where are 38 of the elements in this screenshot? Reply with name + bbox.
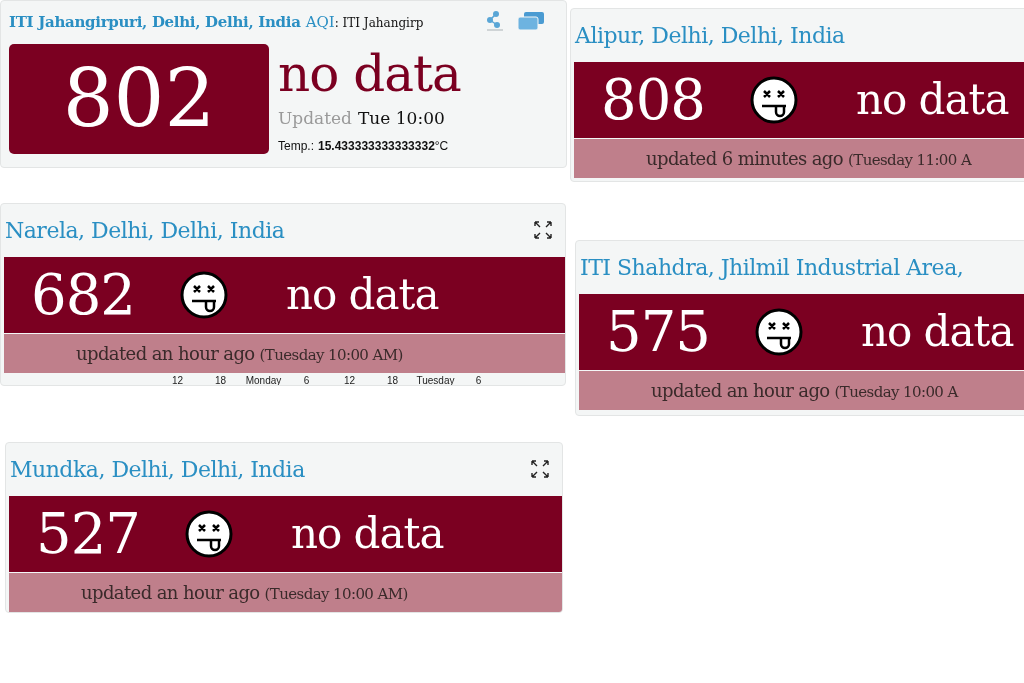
axis-label: 12	[170, 376, 185, 385]
station-title[interactable]: Alipur, Delhi, Delhi, India	[575, 19, 845, 52]
updated-label: Updated	[278, 106, 352, 130]
status-text: no data	[860, 307, 1014, 357]
axis-label: 18	[385, 376, 400, 385]
station-title[interactable]: Mundka, Delhi, Delhi, India	[10, 453, 305, 486]
station-title[interactable]: ITI Shahdra, Jhilmil Industrial Area,	[580, 251, 964, 284]
aqi-value: 682	[31, 265, 135, 325]
temperature-value: 15.433333333333332°C	[318, 138, 449, 155]
expand-icon[interactable]	[530, 459, 550, 479]
dizzy-face-icon	[749, 76, 798, 124]
axis-label: 6	[302, 376, 311, 385]
axis-label: 12	[342, 376, 357, 385]
status-text: no data	[290, 509, 444, 559]
dizzy-face-icon	[179, 271, 228, 319]
aqi-value: 575	[606, 302, 710, 362]
dizzy-face-icon	[754, 308, 803, 356]
dizzy-face-icon	[184, 510, 233, 558]
windows-icon[interactable]	[518, 12, 544, 30]
aqi-value: 527	[36, 504, 140, 564]
status-text: no data	[278, 43, 461, 104]
station-title[interactable]: Narela, Delhi, Delhi, India	[5, 214, 285, 247]
aqi-value: 802	[9, 43, 269, 154]
expand-icon[interactable]	[533, 220, 553, 240]
update-text: updated 6 minutes ago (Tuesday 11:00 A	[646, 147, 972, 171]
temperature-label: Temp.:	[278, 138, 314, 155]
status-text: no data	[855, 75, 1009, 125]
axis-label: 6	[474, 376, 483, 385]
station-title[interactable]: ITI Jahangirpuri, Delhi, Delhi, India	[9, 11, 301, 34]
update-text: updated an hour ago (Tuesday 10:00 AM)	[81, 581, 408, 605]
status-text: no data	[285, 270, 439, 320]
update-text: updated an hour ago (Tuesday 10:00 A	[651, 379, 958, 403]
axis-label: 18	[213, 376, 228, 385]
aqi-value: 808	[601, 70, 705, 130]
station-name: : ITI Jahangirp	[334, 15, 424, 32]
updated-time: Tue 10:00	[358, 106, 445, 130]
aqi-label: AQI	[305, 12, 335, 33]
update-text: updated an hour ago (Tuesday 10:00 AM)	[76, 342, 403, 366]
